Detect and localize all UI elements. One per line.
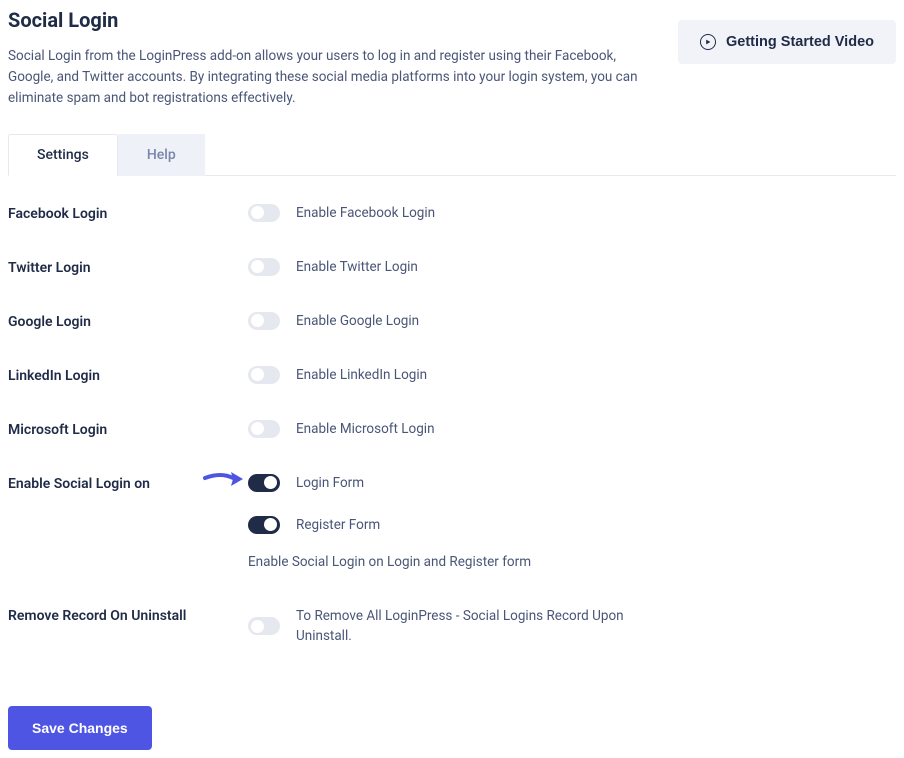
google-login-desc: Enable Google Login <box>296 313 419 329</box>
page-title: Social Login <box>8 8 654 32</box>
page-description: Social Login from the LoginPress add-on … <box>8 46 654 109</box>
tab-help[interactable]: Help <box>118 134 205 176</box>
twitter-login-label: Twitter Login <box>8 258 248 276</box>
save-changes-button[interactable]: Save Changes <box>8 706 152 750</box>
remove-record-toggle[interactable] <box>248 617 280 635</box>
twitter-login-toggle[interactable] <box>248 258 280 276</box>
linkedin-login-label: LinkedIn Login <box>8 366 248 384</box>
tab-settings[interactable]: Settings <box>8 134 118 176</box>
facebook-login-toggle[interactable] <box>248 204 280 222</box>
register-form-toggle[interactable] <box>248 516 280 534</box>
enable-social-login-on-label: Enable Social Login on <box>8 474 248 492</box>
login-form-text: Login Form <box>296 475 364 491</box>
facebook-login-label: Facebook Login <box>8 204 248 222</box>
getting-started-video-button[interactable]: Getting Started Video <box>678 20 896 64</box>
google-login-label: Google Login <box>8 312 248 330</box>
login-form-toggle[interactable] <box>248 474 280 492</box>
video-button-label: Getting Started Video <box>726 34 874 50</box>
register-form-text: Register Form <box>296 517 380 533</box>
microsoft-login-desc: Enable Microsoft Login <box>296 421 435 437</box>
remove-record-label: Remove Record On Uninstall <box>8 606 248 624</box>
enable-on-help-text: Enable Social Login on Login and Registe… <box>248 554 896 570</box>
remove-record-desc: To Remove All LoginPress - Social Logins… <box>296 606 636 647</box>
play-icon <box>700 34 716 50</box>
tabs: Settings Help <box>8 133 896 176</box>
linkedin-login-desc: Enable LinkedIn Login <box>296 367 427 383</box>
linkedin-login-toggle[interactable] <box>248 366 280 384</box>
google-login-toggle[interactable] <box>248 312 280 330</box>
facebook-login-desc: Enable Facebook Login <box>296 205 435 221</box>
twitter-login-desc: Enable Twitter Login <box>296 259 418 275</box>
microsoft-login-toggle[interactable] <box>248 420 280 438</box>
microsoft-login-label: Microsoft Login <box>8 420 248 438</box>
